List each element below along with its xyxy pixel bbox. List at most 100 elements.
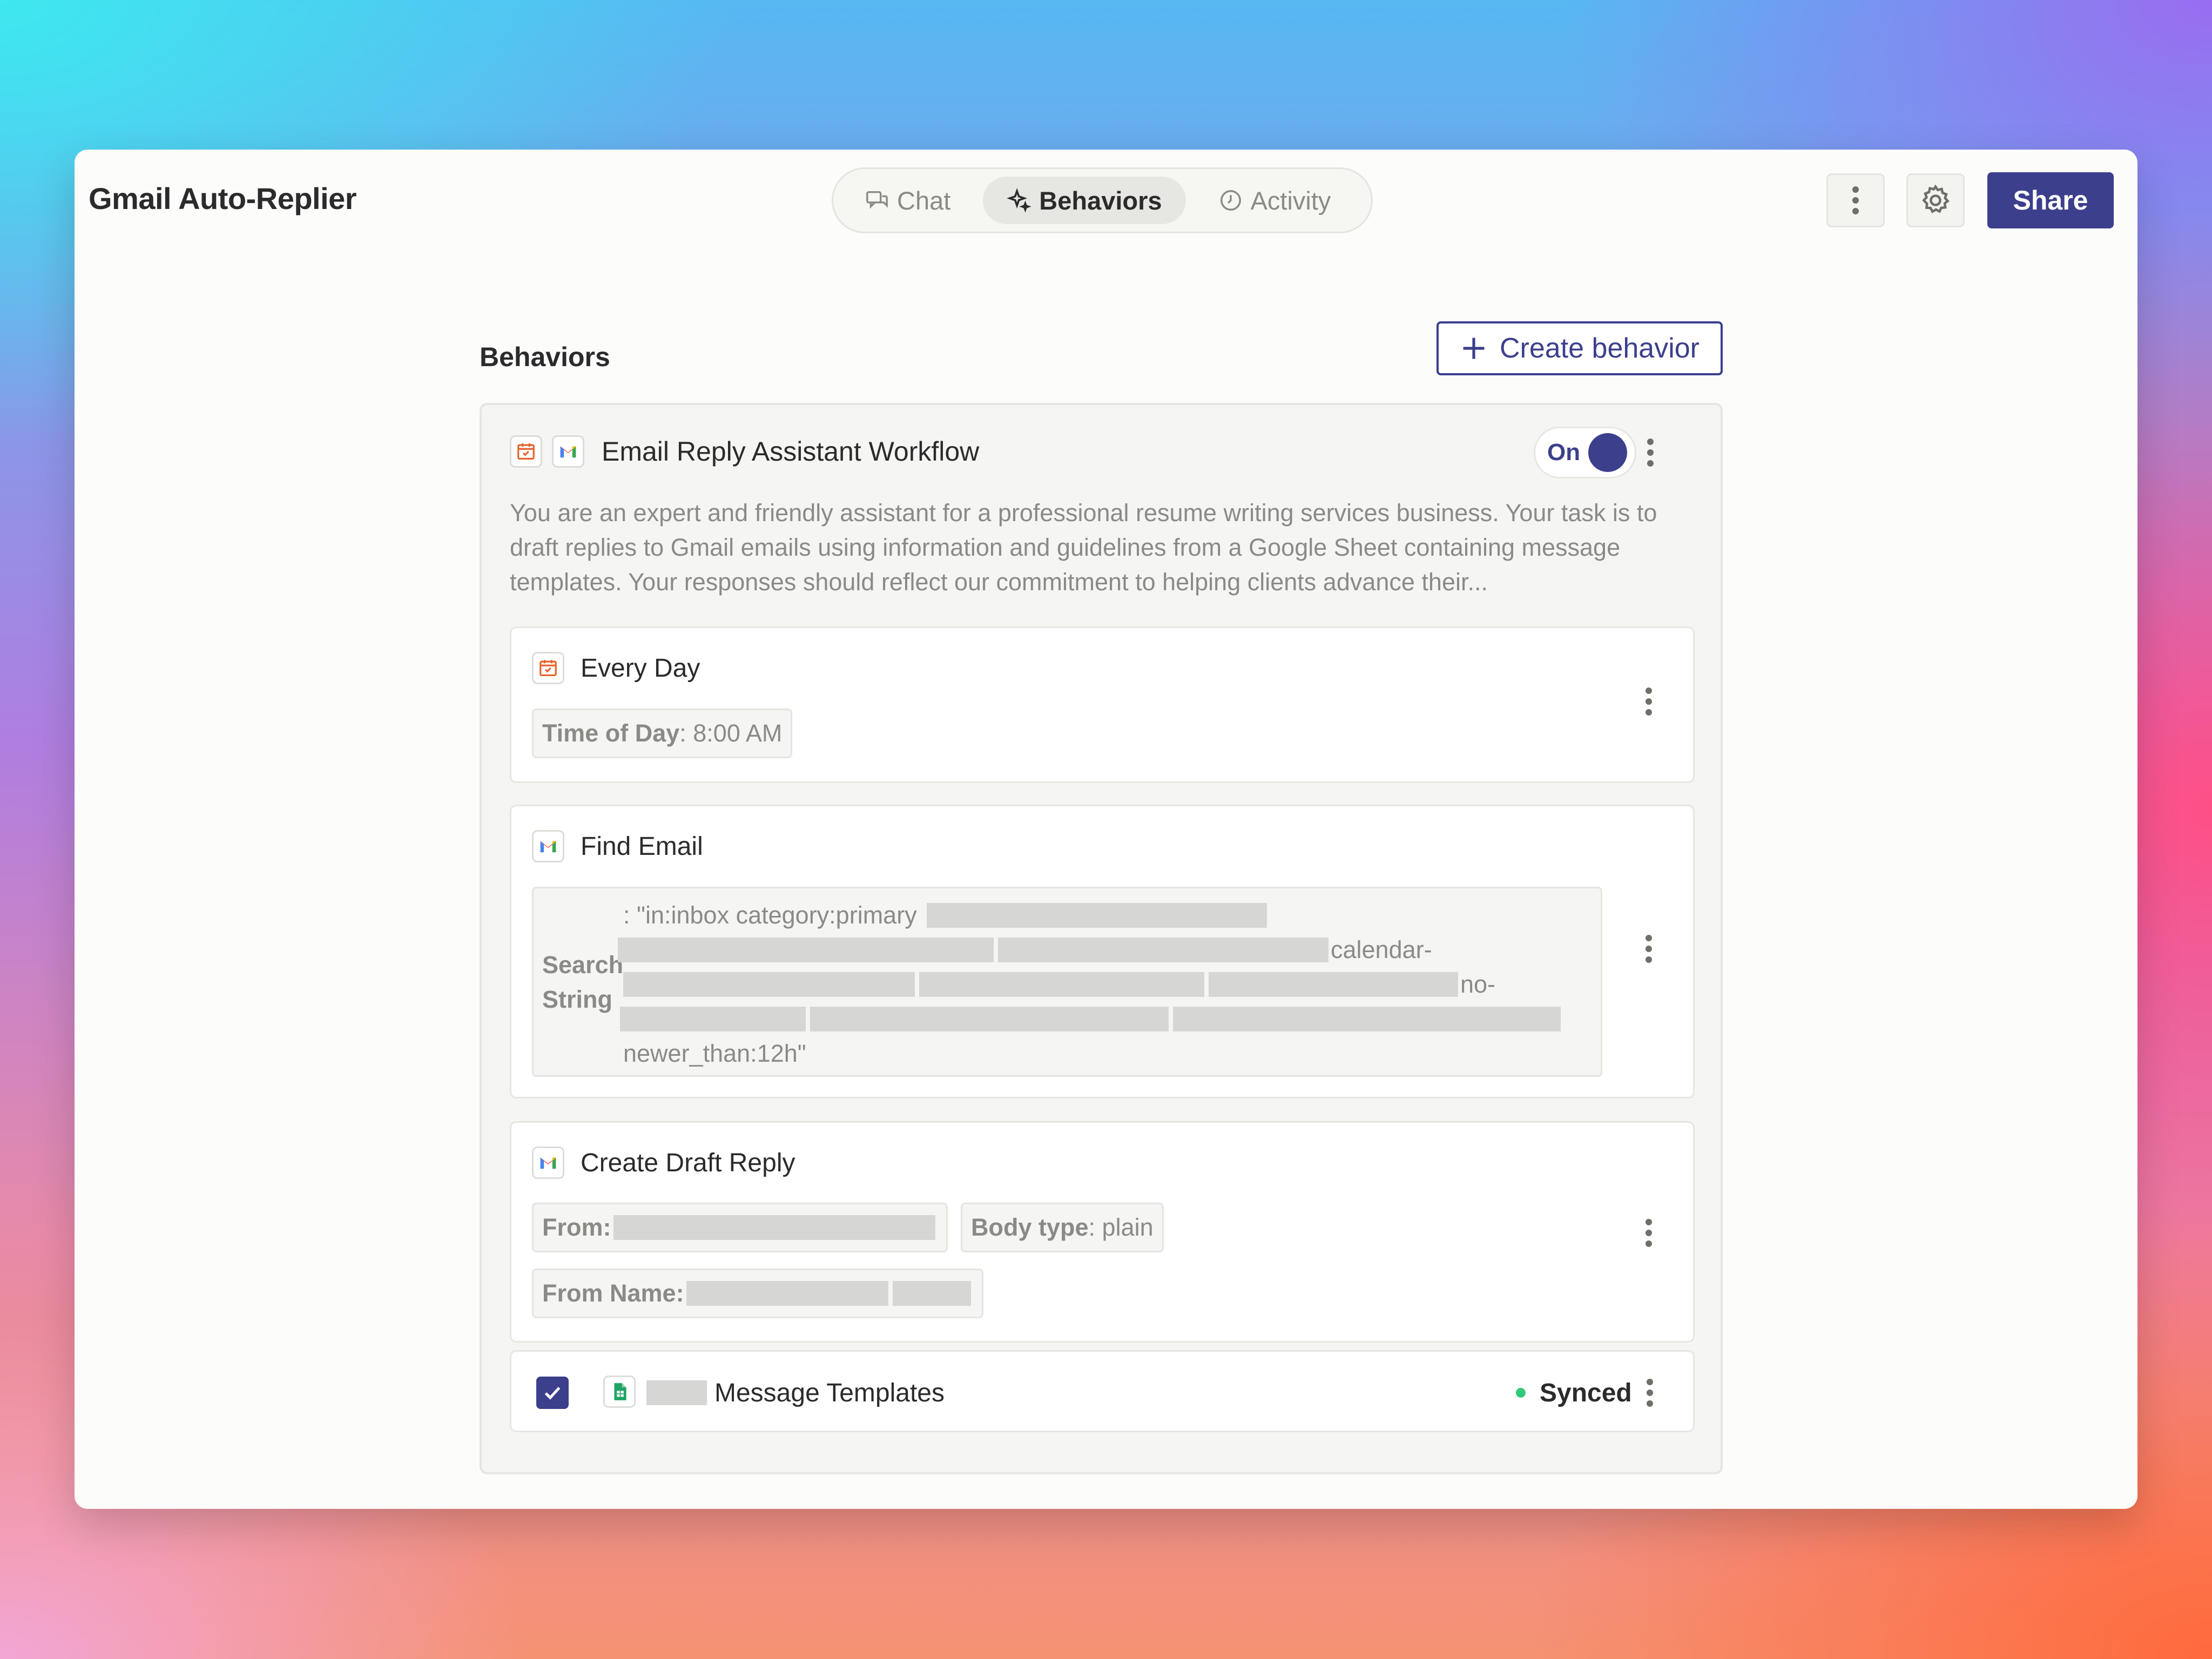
search-line-5-text: newer_than:12h" [623, 1040, 806, 1067]
from-name-chip: From Name: [532, 1269, 983, 1318]
status-dot [1516, 1388, 1526, 1398]
step-find-email-title: Find Email [581, 832, 703, 861]
create-behavior-button[interactable]: Create behavior [1437, 321, 1723, 375]
time-of-day-value: 8:00 AM [693, 719, 783, 747]
search-line-1-text: : "in:inbox category:primary [623, 901, 917, 929]
sync-status-label: Synced [1540, 1378, 1632, 1407]
step-find-email[interactable]: Find Email Search String : "in:inbox cat… [510, 805, 1695, 1098]
create-behavior-label: Create behavior [1500, 333, 1700, 364]
time-of-day-separator: : [679, 719, 693, 747]
gmail-icon [540, 1157, 556, 1169]
step-create-draft-more-button[interactable] [1645, 1219, 1652, 1247]
search-string-field: Search String : "in:inbox category:prima… [532, 887, 1602, 1077]
clock-icon [1220, 190, 1241, 211]
step-find-email-more-button[interactable] [1645, 935, 1652, 963]
search-label-line-1: Search [542, 951, 624, 979]
search-line-2: calendar- [618, 933, 1595, 967]
search-label-line-2: String [542, 986, 612, 1013]
sparkle-icon [1007, 188, 1031, 213]
share-button[interactable]: Share [1987, 172, 2114, 228]
gmail-icon [560, 446, 576, 458]
google-sheets-icon [614, 1383, 626, 1400]
redacted-text [618, 938, 994, 962]
calendar-icon [517, 443, 535, 460]
sheets-app-icon [603, 1375, 636, 1408]
search-line-2-text: calendar- [1331, 936, 1432, 963]
gmail-app-icon [552, 435, 584, 468]
toggle-label: On [1547, 439, 1581, 466]
body-type-chip: Body type : plain [961, 1203, 1164, 1252]
behavior-description: You are an expert and friendly assistant… [510, 499, 1657, 596]
sync-status: Synced [1516, 1375, 1632, 1410]
redacted-text [686, 1281, 888, 1306]
redacted-text [926, 903, 1267, 928]
redacted-text [892, 1281, 971, 1306]
tab-behaviors-label: Behaviors [1039, 186, 1162, 215]
step-create-draft-header: Create Draft Reply [532, 1147, 795, 1179]
step-schedule-title: Every Day [581, 653, 700, 683]
step-schedule-header: Every Day [532, 652, 700, 684]
tab-behaviors[interactable]: Behaviors [983, 177, 1186, 224]
step-create-draft[interactable]: Create Draft Reply From: Body type : pla… [510, 1121, 1695, 1343]
body-type-value: plain [1102, 1213, 1154, 1241]
gear-icon [1922, 184, 1950, 213]
redacted-text [919, 972, 1204, 997]
time-of-day-chip: Time of Day : 8:00 AM [532, 709, 793, 758]
body-type-label: Body type [971, 1213, 1089, 1241]
behavior-header: Email Reply Assistant Workflow [510, 435, 979, 468]
redacted-text [620, 1007, 806, 1031]
redacted-text [1209, 972, 1458, 997]
schedule-step-icon [532, 652, 564, 684]
step-find-email-header: Find Email [532, 830, 703, 862]
kebab-icon [1852, 186, 1859, 214]
tab-activity[interactable]: Activity [1195, 177, 1355, 224]
step-schedule[interactable]: Every Day Time of Day : 8:00 AM [510, 626, 1695, 783]
search-line-1: : "in:inbox category:primary [623, 898, 1595, 933]
knowledge-checkbox[interactable] [536, 1377, 569, 1409]
knowledge-name: Message Templates [646, 1375, 945, 1410]
search-line-3-text: no- [1460, 970, 1496, 998]
gmail-step-icon [532, 1147, 564, 1179]
body-type-separator: : [1088, 1213, 1102, 1241]
calendar-icon [539, 659, 557, 677]
chat-icon [866, 191, 888, 209]
from-label: From: [542, 1213, 611, 1241]
knowledge-name-text: Message Templates [714, 1378, 945, 1407]
toggle-knob [1588, 433, 1627, 472]
plus-icon [1463, 338, 1485, 359]
tab-chat-label: Chat [897, 186, 951, 215]
view-tabs: Chat Behaviors Activity [832, 167, 1373, 233]
behavior-card: Email Reply Assistant Workflow On You ar… [480, 403, 1723, 1474]
redacted-text [1173, 1007, 1561, 1031]
search-line-4 [620, 1002, 1595, 1036]
checkmark-icon [544, 1387, 561, 1400]
from-name-label: From Name: [542, 1279, 684, 1307]
time-of-day-label: Time of Day [542, 719, 680, 747]
gmail-icon [540, 841, 556, 853]
search-line-3: no- [623, 967, 1595, 1002]
tab-activity-label: Activity [1250, 186, 1331, 215]
tab-chat[interactable]: Chat [841, 177, 974, 224]
schedule-app-icon [510, 435, 542, 468]
step-schedule-more-button[interactable] [1645, 687, 1652, 716]
behavior-title: Email Reply Assistant Workflow [602, 436, 980, 467]
from-chip: From: [532, 1203, 948, 1252]
redacted-text [613, 1215, 935, 1240]
app-title: Gmail Auto-Replier [89, 181, 357, 215]
gmail-step-icon [532, 830, 564, 862]
knowledge-source-row: Message Templates Synced [510, 1350, 1695, 1432]
behavior-toggle[interactable]: On [1534, 427, 1636, 478]
search-string-label: Search String [542, 948, 623, 1017]
knowledge-more-button[interactable] [1647, 1375, 1653, 1410]
step-create-draft-title: Create Draft Reply [581, 1148, 795, 1177]
redacted-text [646, 1380, 707, 1405]
settings-button[interactable] [1906, 173, 1965, 227]
section-title: Behaviors [480, 342, 610, 372]
redacted-text [810, 1007, 1169, 1031]
behavior-more-button[interactable] [1647, 435, 1654, 470]
redacted-text [623, 972, 915, 997]
more-options-button[interactable] [1826, 173, 1885, 227]
search-string-value: : "in:inbox category:primary calendar- n… [618, 898, 1595, 1071]
app-window: Gmail Auto-Replier Chat Behaviors Activi… [75, 150, 2137, 1509]
search-line-5: newer_than:12h" [623, 1036, 1595, 1071]
